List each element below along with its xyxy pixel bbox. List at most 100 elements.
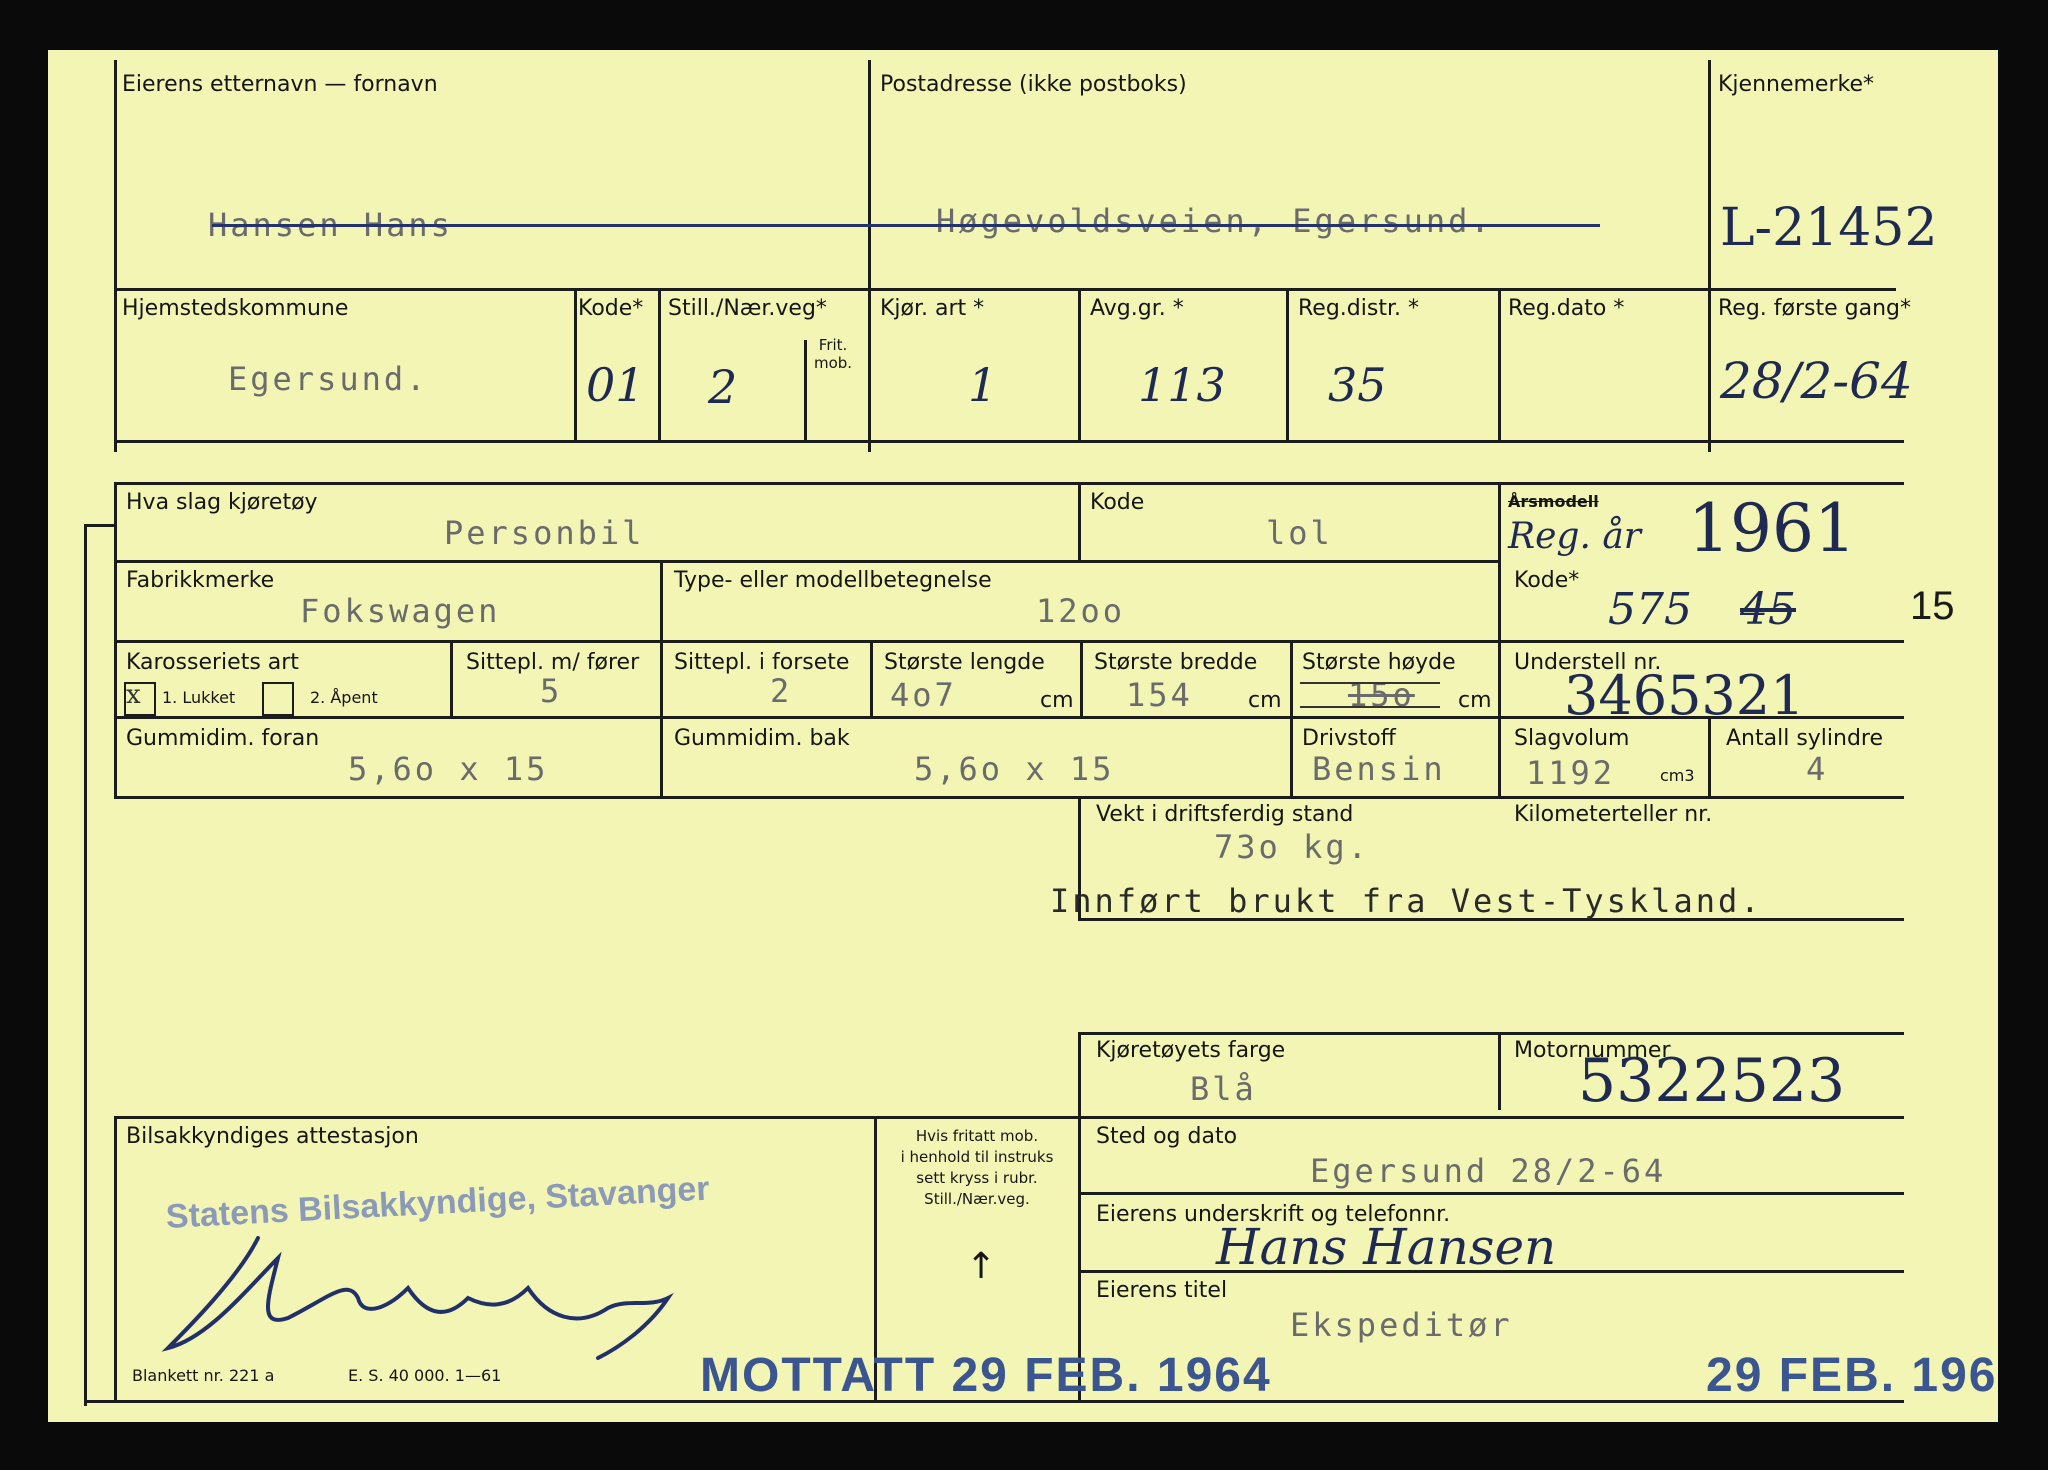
model-code-value: 575 xyxy=(1608,584,1692,635)
avg-value: 113 xyxy=(1138,358,1226,412)
form-number: Blankett nr. 221 a xyxy=(132,1366,275,1385)
model-code-struck: 45 xyxy=(1740,584,1796,635)
owner-title-label: Eierens titel xyxy=(1096,1278,1228,1303)
rule xyxy=(868,288,871,440)
still-value: 2 xyxy=(708,360,738,414)
tyre-front-value: 5,6o x 15 xyxy=(348,750,549,788)
rule xyxy=(1498,1032,1501,1110)
body-open-label: 2. Åpent xyxy=(310,688,378,707)
height-unit: cm xyxy=(1458,688,1492,713)
plate-label: Kjennemerke* xyxy=(1718,72,1874,97)
model-code-typed: 15 xyxy=(1910,584,1955,628)
rule xyxy=(1498,288,1501,440)
code-value: 01 xyxy=(586,358,645,412)
distr-label: Reg.distr. * xyxy=(1298,296,1419,321)
received-stamp: MOTTATT 29 FEB. 1964 xyxy=(700,1349,1272,1402)
tyre-rear-label: Gummidim. bak xyxy=(674,726,850,751)
fuel-label: Drivstoff xyxy=(1302,726,1396,751)
date-label: Reg.dato * xyxy=(1508,296,1625,321)
municipality-value: Egersund. xyxy=(228,360,429,398)
place-date-value: Egersund 28/2-64 xyxy=(1310,1152,1667,1190)
rule xyxy=(870,640,873,718)
height-rule xyxy=(1300,682,1440,684)
volume-unit: cm3 xyxy=(1660,766,1695,785)
year-label-struck: Årsmodell xyxy=(1508,492,1599,511)
rule xyxy=(804,340,807,440)
rule xyxy=(84,524,116,527)
owner-strike-line xyxy=(212,224,1600,227)
distr-value: 35 xyxy=(1328,358,1387,412)
tyre-rear-value: 5,6o x 15 xyxy=(914,750,1115,788)
width-label: Største bredde xyxy=(1094,650,1258,675)
direction-arrow: ↑ xyxy=(966,1246,997,1287)
rule xyxy=(1708,60,1711,452)
place-date-label: Sted og dato xyxy=(1096,1124,1238,1149)
avg-label: Avg.gr. * xyxy=(1090,296,1184,321)
color-value: Blå xyxy=(1190,1070,1257,1108)
rule xyxy=(1080,640,1083,718)
height-rule xyxy=(1300,706,1440,708)
rule xyxy=(114,60,117,452)
km-label: Kilometerteller nr. xyxy=(1514,802,1713,827)
address-label: Postadresse (ikke postboks) xyxy=(880,72,1187,97)
owner-signature: Hans Hansen xyxy=(1216,1218,1557,1276)
body-open-checkbox xyxy=(262,682,294,716)
rule xyxy=(574,288,577,440)
body-mark: x xyxy=(126,680,141,710)
rule xyxy=(1286,288,1289,440)
inspector-signature xyxy=(161,1236,674,1360)
make-label: Fabrikkmerke xyxy=(126,568,275,593)
model-code-label: Kode* xyxy=(1514,568,1580,593)
rule xyxy=(84,526,87,1406)
width-unit: cm xyxy=(1248,688,1282,713)
length-value: 4o7 xyxy=(890,676,957,714)
rule xyxy=(114,288,1896,291)
model-label: Type- eller modellbetegnelse xyxy=(674,568,992,593)
vehicle-kind-value: Personbil xyxy=(444,514,645,552)
color-label: Kjøretøyets farge xyxy=(1096,1038,1286,1063)
rule xyxy=(1708,716,1711,798)
length-label: Største lengde xyxy=(884,650,1045,675)
rule xyxy=(114,440,1904,443)
rule xyxy=(114,796,1904,799)
motor-value: 5322523 xyxy=(1578,1046,1846,1116)
vehicle-kind-code-value: lol xyxy=(1266,514,1333,552)
fuel-value: Bensin xyxy=(1312,750,1446,788)
rule xyxy=(1078,288,1081,440)
owner-title-value: Ekspeditør xyxy=(1290,1306,1513,1344)
cylinders-label: Antall sylindre xyxy=(1726,726,1884,751)
fritatt-note: Hvis fritatt mob. i henhold til instruks… xyxy=(900,1127,1054,1208)
rule xyxy=(1080,1192,1904,1195)
seats-value: 5 xyxy=(540,672,563,710)
rule xyxy=(1078,1032,1904,1035)
vehicle-kind-label: Hva slag kjøretøy xyxy=(126,490,318,515)
length-unit: cm xyxy=(1040,688,1074,713)
body-closed-label: 1. Lukket xyxy=(162,688,236,707)
tyre-front-label: Gummidim. foran xyxy=(126,726,320,751)
cylinders-value: 4 xyxy=(1806,750,1829,788)
import-note: Innført brukt fra Vest-Tyskland. xyxy=(1050,882,1763,920)
rule xyxy=(114,560,1498,563)
address-value: Høgevoldsveien, Egersund. xyxy=(936,202,1493,240)
weight-label: Vekt i driftsferdig stand xyxy=(1096,802,1354,827)
rule xyxy=(114,1116,1904,1119)
rule xyxy=(658,288,661,440)
rule xyxy=(1078,482,1081,560)
body-label: Karosseriets art xyxy=(126,650,299,675)
volume-label: Slagvolum xyxy=(1514,726,1630,751)
front-seats-label: Sittepl. i forsete xyxy=(674,650,850,675)
still-label: Still./Nær.veg* xyxy=(668,296,827,321)
owner-name-label: Eierens etternavn — fornavn xyxy=(122,72,438,97)
chassis-value: 3465321 xyxy=(1564,664,1805,727)
make-value: Fokswagen xyxy=(300,592,501,630)
plate-value: L-21452 xyxy=(1720,198,1938,258)
rule xyxy=(1078,1032,1081,1400)
width-value: 154 xyxy=(1126,676,1193,714)
weight-value: 73o kg. xyxy=(1214,828,1370,866)
volume-value: 1192 xyxy=(1526,754,1616,792)
rule xyxy=(114,482,1904,485)
height-label: Største høyde xyxy=(1302,650,1456,675)
print-info: E. S. 40 000. 1—61 xyxy=(348,1366,502,1385)
date-stamp: 29 FEB. 1964 xyxy=(1706,1349,1998,1402)
first-reg-label: Reg. første gang* xyxy=(1718,296,1912,321)
